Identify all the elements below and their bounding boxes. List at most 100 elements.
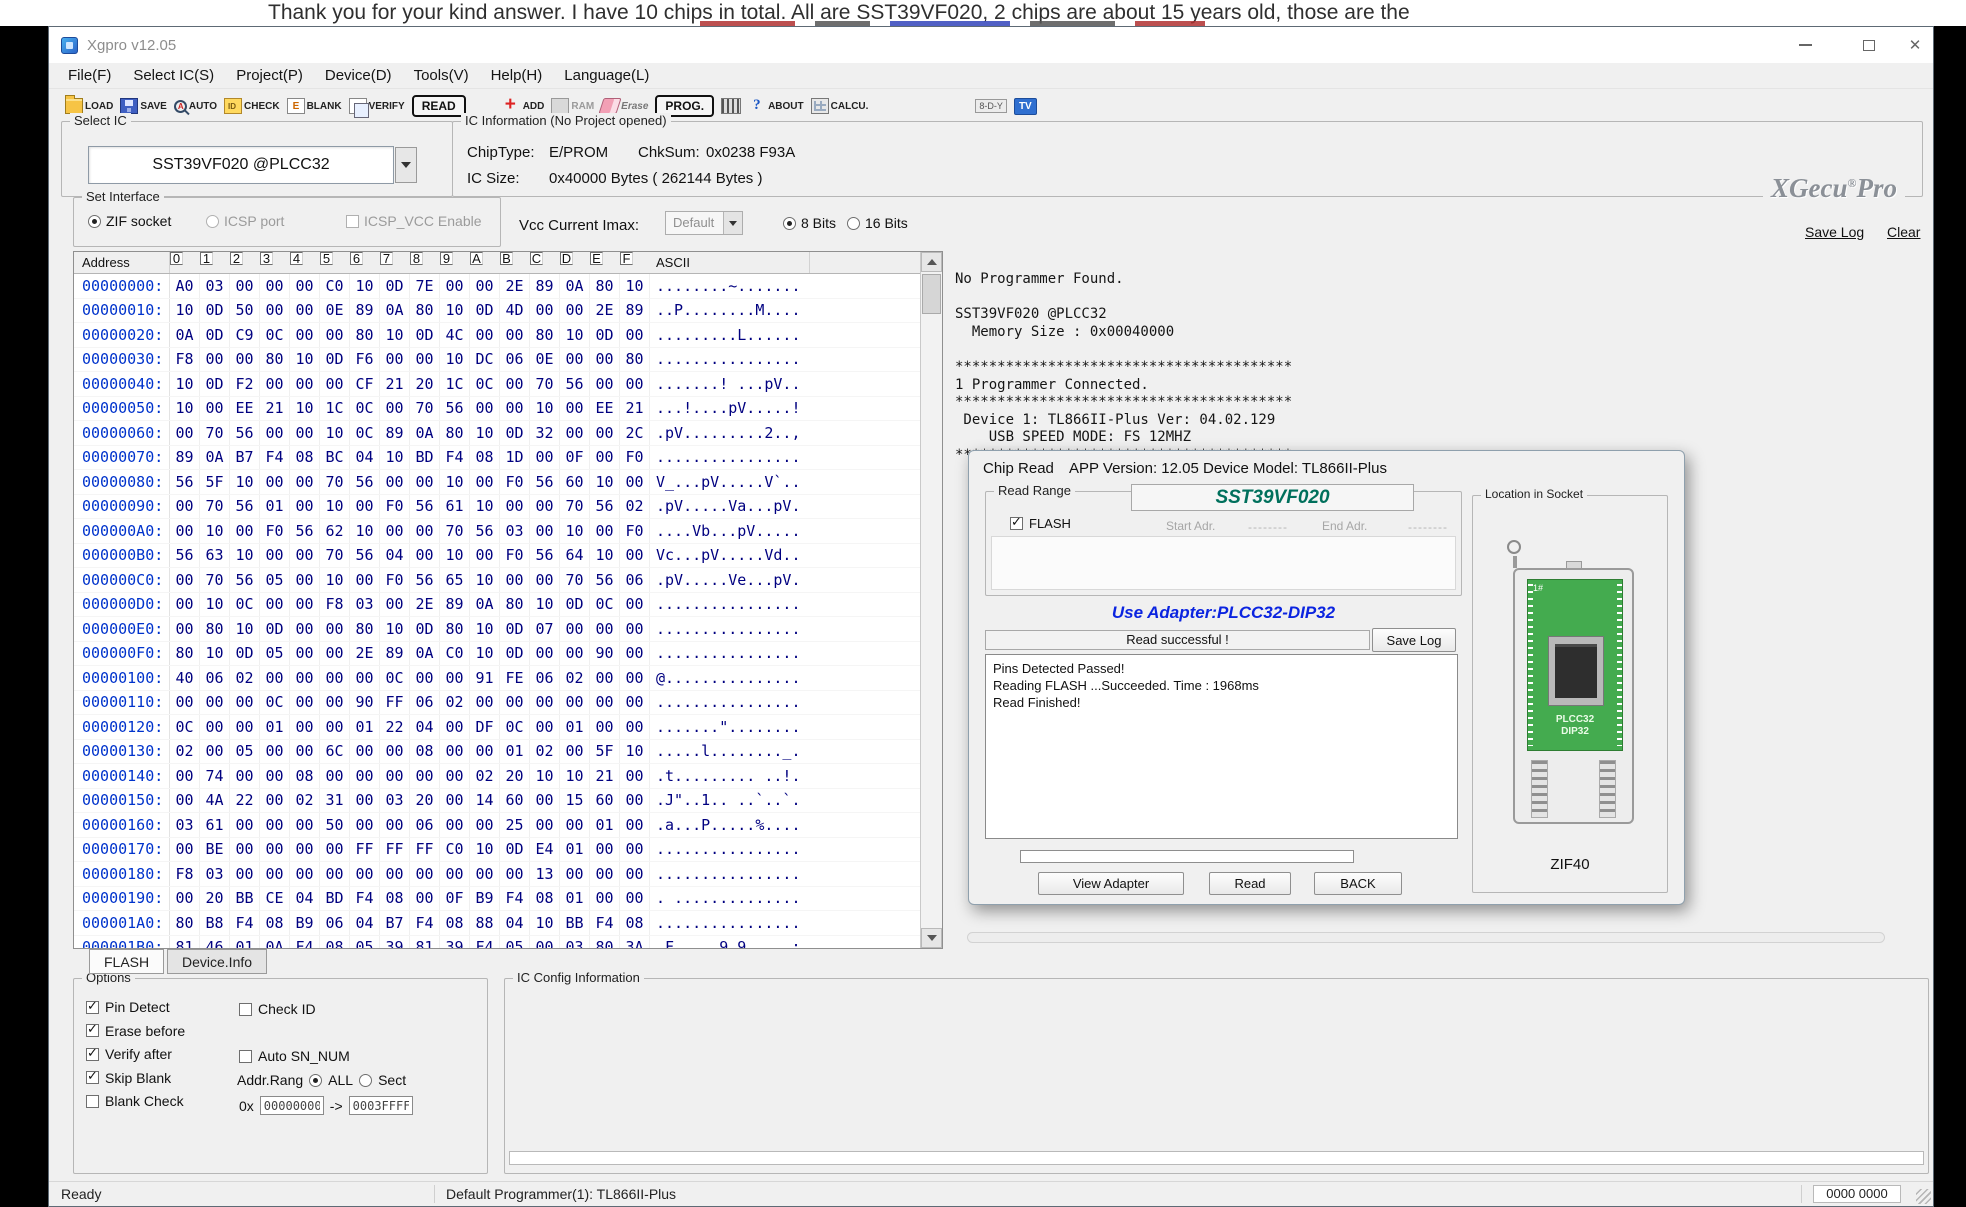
hex-byte-cell[interactable]: 0C	[350, 421, 380, 445]
hex-byte-cell[interactable]: 00	[620, 470, 650, 494]
hex-byte-cell[interactable]: 00	[560, 642, 590, 666]
hex-byte-cell[interactable]: 00	[350, 862, 380, 886]
hex-byte-cell[interactable]: 10	[290, 348, 320, 372]
hex-byte-cell[interactable]: 00	[350, 495, 380, 519]
hex-byte-cell[interactable]: 00	[290, 715, 320, 739]
hex-byte-cell[interactable]: 06	[530, 666, 560, 690]
hex-byte-cell[interactable]: 0C	[500, 715, 530, 739]
menu-item-device-d[interactable]: Device(D)	[314, 67, 403, 84]
hex-byte-cell[interactable]: 56	[560, 372, 590, 396]
clear-button[interactable]: Clear	[1887, 224, 1920, 240]
hex-byte-cell[interactable]: 00	[620, 642, 650, 666]
hex-byte-cell[interactable]: 80	[500, 593, 530, 617]
hex-byte-cell[interactable]: 10	[440, 470, 470, 494]
hex-byte-cell[interactable]: 00	[440, 274, 470, 298]
toolbar-pins-button[interactable]	[721, 98, 741, 114]
hex-byte-cell[interactable]: 00	[560, 617, 590, 641]
hex-byte-cell[interactable]: 5F	[590, 740, 620, 764]
hex-byte-cell[interactable]: 31	[320, 789, 350, 813]
hex-byte-cell[interactable]: 0D	[320, 348, 350, 372]
hex-byte-cell[interactable]: 00	[380, 519, 410, 543]
hex-byte-cell[interactable]: 1D	[500, 446, 530, 470]
hex-byte-cell[interactable]: 03	[200, 274, 230, 298]
hex-byte-cell[interactable]: 10	[320, 495, 350, 519]
hex-byte-cell[interactable]: 56	[440, 397, 470, 421]
hex-byte-cell[interactable]: 10	[470, 421, 500, 445]
hex-byte-cell[interactable]: 56	[590, 495, 620, 519]
hex-byte-cell[interactable]: 10	[350, 519, 380, 543]
hex-byte-cell[interactable]: 05	[260, 568, 290, 592]
hex-byte-cell[interactable]: F4	[230, 911, 260, 935]
hex-byte-cell[interactable]: 02	[470, 764, 500, 788]
hex-byte-cell[interactable]: 10	[470, 495, 500, 519]
hex-byte-cell[interactable]: 10	[470, 568, 500, 592]
hex-byte-cell[interactable]: 15	[560, 789, 590, 813]
hex-byte-cell[interactable]: 00	[350, 740, 380, 764]
hex-byte-cell[interactable]: 10	[590, 470, 620, 494]
hex-byte-cell[interactable]: 00	[260, 838, 290, 862]
hex-byte-cell[interactable]: 00	[290, 274, 320, 298]
hex-byte-cell[interactable]: F4	[260, 446, 290, 470]
toolbar-erase-button[interactable]: Erase	[601, 98, 648, 114]
hex-byte-cell[interactable]: B9	[470, 887, 500, 911]
hex-byte-cell[interactable]: 00	[410, 862, 440, 886]
hex-byte-cell[interactable]: 0A	[260, 936, 290, 949]
hex-byte-cell[interactable]: 00	[560, 348, 590, 372]
hex-byte-cell[interactable]: F4	[290, 936, 320, 949]
hex-byte-cell[interactable]: 10	[560, 323, 590, 347]
hex-byte-cell[interactable]: 00	[290, 568, 320, 592]
hex-byte-cell[interactable]: 0D	[200, 323, 230, 347]
hex-byte-cell[interactable]: 56	[230, 421, 260, 445]
scroll-up-button[interactable]	[921, 252, 942, 272]
hex-byte-cell[interactable]: 00	[590, 421, 620, 445]
hex-byte-cell[interactable]: 20	[200, 887, 230, 911]
hex-byte-cell[interactable]: 60	[500, 789, 530, 813]
hex-byte-cell[interactable]: 80	[440, 617, 470, 641]
hex-byte-cell[interactable]: 10	[440, 299, 470, 323]
hex-byte-cell[interactable]: 00	[530, 568, 560, 592]
hex-byte-cell[interactable]: 00	[170, 789, 200, 813]
hex-byte-cell[interactable]: 00	[260, 764, 290, 788]
hex-byte-cell[interactable]: 61	[440, 495, 470, 519]
hex-byte-cell[interactable]: 00	[590, 666, 620, 690]
hex-byte-cell[interactable]: 00	[170, 568, 200, 592]
hex-byte-cell[interactable]: 00	[560, 421, 590, 445]
menu-item-help-h[interactable]: Help(H)	[480, 67, 554, 84]
hex-byte-cell[interactable]: 0A	[410, 642, 440, 666]
hex-byte-cell[interactable]: 00	[530, 495, 560, 519]
hex-byte-cell[interactable]: 02	[440, 691, 470, 715]
hex-byte-cell[interactable]: F8	[170, 862, 200, 886]
hex-byte-cell[interactable]: 00	[380, 862, 410, 886]
hex-ascii-cell[interactable]: @...............	[650, 666, 810, 690]
toolbar-bdy-button[interactable]: 8-D-Y	[975, 99, 1007, 113]
hex-byte-cell[interactable]: 00	[440, 764, 470, 788]
hex-byte-cell[interactable]: 21	[380, 372, 410, 396]
scroll-down-button[interactable]	[921, 928, 942, 948]
hex-byte-cell[interactable]: E4	[530, 838, 560, 862]
hex-byte-cell[interactable]: F4	[500, 887, 530, 911]
hex-byte-cell[interactable]: 00	[410, 666, 440, 690]
hex-byte-cell[interactable]: 04	[500, 911, 530, 935]
hex-ascii-cell[interactable]: .a...P.....%....	[650, 813, 810, 837]
hex-byte-cell[interactable]: 00	[590, 348, 620, 372]
hex-byte-cell[interactable]: 01	[560, 715, 590, 739]
hex-byte-cell[interactable]: 00	[170, 617, 200, 641]
hex-byte-cell[interactable]: 10	[230, 617, 260, 641]
hex-byte-cell[interactable]: CE	[260, 887, 290, 911]
hex-byte-cell[interactable]: 80	[590, 936, 620, 949]
hex-byte-cell[interactable]: 08	[290, 446, 320, 470]
hex-byte-cell[interactable]: F0	[500, 470, 530, 494]
hex-byte-cell[interactable]: 05	[230, 740, 260, 764]
addr-sect-radio[interactable]	[359, 1074, 372, 1087]
hex-ascii-cell[interactable]: .....l........_.	[650, 740, 810, 764]
hex-ascii-cell[interactable]: ................	[650, 691, 810, 715]
hex-byte-cell[interactable]: 80	[440, 421, 470, 445]
hex-byte-cell[interactable]: 00	[320, 715, 350, 739]
hex-byte-cell[interactable]: EE	[590, 397, 620, 421]
hex-byte-cell[interactable]: 00	[230, 764, 260, 788]
hex-byte-cell[interactable]: 10	[470, 642, 500, 666]
hex-byte-cell[interactable]: 01	[350, 715, 380, 739]
hex-byte-cell[interactable]: 03	[170, 813, 200, 837]
hex-ascii-cell[interactable]: .pV.....Ve...pV.	[650, 568, 810, 592]
hex-byte-cell[interactable]: 00	[380, 813, 410, 837]
